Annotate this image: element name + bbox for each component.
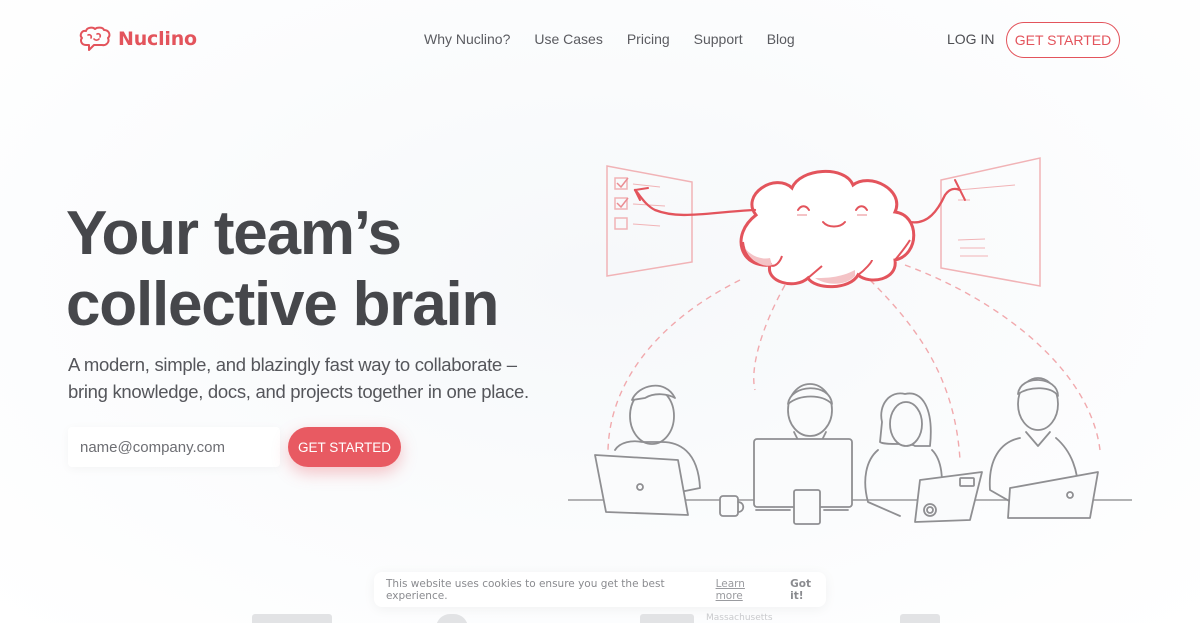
customer-logo-4 (900, 614, 940, 623)
top-navigation: Nuclino Why Nuclino? Use Cases Pricing S… (0, 0, 1200, 80)
customer-logo-2 (436, 614, 468, 623)
checklist-document-icon (606, 165, 693, 277)
hero-subtitle-line-1: A modern, simple, and blazingly fast way… (68, 354, 517, 375)
hero-subtitle-line-2: bring knowledge, docs, and projects toge… (68, 381, 529, 402)
main-menu: Why Nuclino? Use Cases Pricing Support B… (424, 31, 795, 47)
hero-title-line-1: Your team’s (66, 199, 402, 268)
nav-why-nuclino[interactable]: Why Nuclino? (424, 31, 510, 47)
cookie-learn-more-link[interactable]: Learn more (716, 578, 773, 602)
customer-logo-text: Massachusetts (706, 613, 773, 623)
cloud-brain-icon (739, 170, 916, 289)
cookie-message: This website uses cookies to ensure you … (386, 577, 665, 602)
nav-support[interactable]: Support (694, 31, 743, 47)
email-input[interactable] (68, 427, 280, 467)
customer-logos-strip: Massachusetts (0, 612, 1200, 623)
person-3-laptop-sticker (864, 392, 983, 523)
hero-subtitle: A modern, simple, and blazingly fast way… (68, 351, 529, 405)
connection-lines (607, 264, 1101, 461)
person-2-desktop (753, 383, 853, 525)
brain-speech-bubble-icon (79, 26, 111, 51)
person-1-laptop (594, 384, 701, 516)
cookie-dismiss-button[interactable]: Got it! (790, 578, 826, 602)
nav-get-started-button[interactable]: GET STARTED (1006, 22, 1120, 58)
hero-title-line-2: collective brain (66, 270, 499, 339)
hero-get-started-button[interactable]: GET STARTED (288, 427, 401, 467)
brand-name: Nuclino (118, 28, 197, 50)
cookie-banner: This website uses cookies to ensure you … (374, 572, 826, 607)
person-4-laptop-sweater (988, 377, 1099, 519)
hero-title: Your team’s collective brain (66, 198, 499, 340)
team-members (594, 377, 1099, 525)
notes-document-icon (940, 157, 1041, 287)
customer-logo-3 (640, 614, 694, 623)
nav-blog[interactable]: Blog (767, 31, 795, 47)
nav-pricing[interactable]: Pricing (627, 31, 670, 47)
coffee-mug-icon (719, 495, 745, 517)
logo-link[interactable]: Nuclino (78, 26, 197, 52)
customer-logo-1 (252, 614, 332, 623)
team-brain-illustration (568, 157, 1132, 525)
login-link[interactable]: LOG IN (947, 31, 994, 47)
nav-use-cases[interactable]: Use Cases (534, 31, 602, 47)
